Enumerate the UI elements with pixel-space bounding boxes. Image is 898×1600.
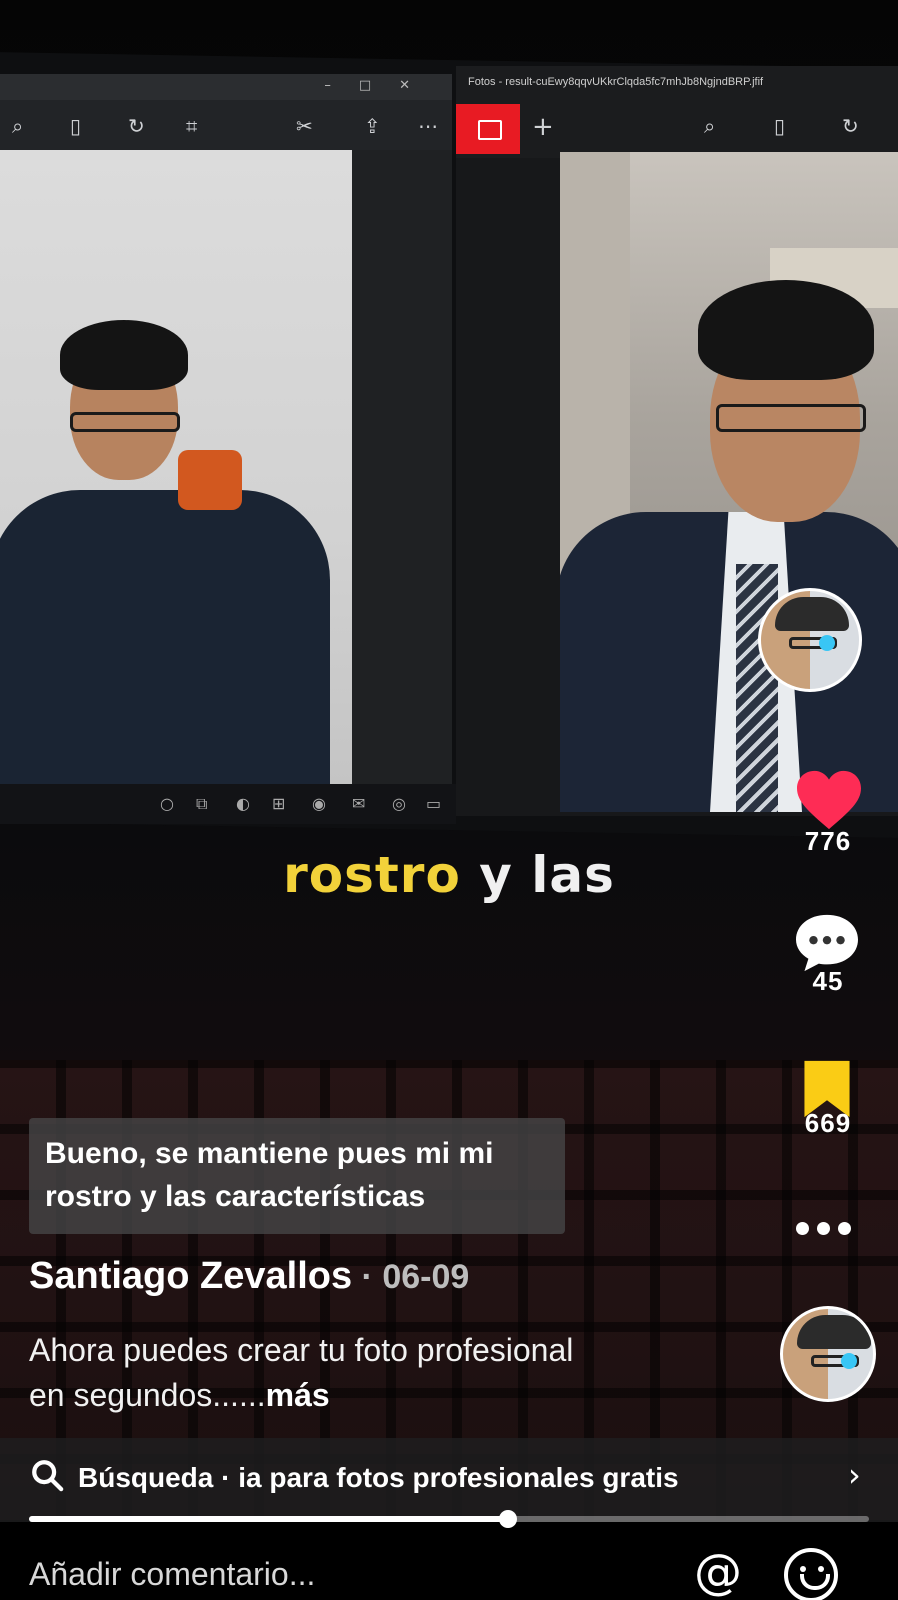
search-taskbar-icon: ○ <box>160 794 174 813</box>
music-disc-avatar[interactable] <box>780 1306 876 1402</box>
person-hair <box>60 320 188 390</box>
creator-avatar[interactable] <box>758 588 862 692</box>
add-icon: + <box>532 112 554 142</box>
person-hair <box>698 280 874 380</box>
at-icon[interactable]: @ <box>694 1544 742 1600</box>
post-date: 06-09 <box>382 1258 470 1296</box>
subtitle-line: Bueno, se mantiene pues mi mi <box>45 1137 494 1170</box>
related-search-bar[interactable]: Búsqueda · ia para fotos profesionales g… <box>0 1438 898 1522</box>
trash-icon: ▯ <box>70 114 82 138</box>
chevron-right-icon: › <box>848 1456 861 1494</box>
emoji-icon[interactable] <box>784 1548 838 1600</box>
mail-icon: ✉ <box>352 794 366 813</box>
edge-icon: ◐ <box>236 794 250 813</box>
window-titlebar: Fotos - result-cuEwy8qqvUKkrClqda5fc7mhJ… <box>456 66 898 100</box>
zoom-icon: ⌕ <box>704 114 716 138</box>
subtitle-box: Bueno, se mantiene pues mi mi rostro y l… <box>29 1118 565 1234</box>
photo-toolbar: ⌕ ▯ ↻ ⌗ ✂ ⇪ ⋯ <box>0 100 452 150</box>
person-tie <box>736 564 778 812</box>
more-options-icon: ⋯ <box>418 114 438 138</box>
subtitle-line: rostro y las características <box>45 1180 426 1213</box>
taskview-icon: ⧉ <box>196 794 208 813</box>
trash-icon: ▯ <box>774 114 786 138</box>
video-caption: rostro y las <box>0 846 898 904</box>
save-count: 669 <box>804 1108 852 1138</box>
caption-highlight-word: rostro <box>283 846 461 904</box>
photo-toolbar: + ⌕ ▯ ↻ <box>456 100 898 158</box>
progress-handle[interactable] <box>498 1510 517 1528</box>
comment-bar: @ <box>0 1528 898 1600</box>
separator: · <box>352 1258 383 1296</box>
description-line: Ahora puedes crear tu foto profesional <box>29 1332 574 1368</box>
more-link[interactable]: más <box>266 1377 330 1413</box>
avatar-hair <box>797 1315 871 1349</box>
description-line: en segundos...... <box>29 1377 266 1413</box>
more-icon[interactable] <box>796 1222 860 1238</box>
window-title: Fotos - result-cuEwy8qqvUKkrClqda5fc7mhJ… <box>468 76 764 88</box>
person-glasses <box>70 412 180 432</box>
comment-count: 45 <box>812 966 844 996</box>
search-label: Búsqueda · ia para fotos profesionales g… <box>78 1462 679 1493</box>
image-icon <box>456 104 520 154</box>
windows-taskbar: ○ ⧉ ◐ ⊞ ◉ ✉ ◎ ▭ <box>0 784 456 824</box>
crop-icon: ⌗ <box>186 114 198 138</box>
avatar-robot-eye <box>841 1353 857 1369</box>
chrome-icon: ◉ <box>312 794 326 813</box>
search-icon <box>32 1460 64 1492</box>
camera-icon: ◎ <box>392 794 406 813</box>
folder-icon: ▭ <box>426 794 442 813</box>
avatar-hair <box>775 597 849 631</box>
post-author-row: Santiago Zevallos · 06-09 <box>29 1255 469 1298</box>
author-name[interactable]: Santiago Zevallos <box>29 1255 352 1297</box>
avatar-robot-eye <box>819 635 835 651</box>
zoom-icon: ⌕ <box>12 114 24 138</box>
share-icon: ⇪ <box>364 114 381 138</box>
chair-back <box>178 450 242 510</box>
person-torso <box>0 490 330 788</box>
like-count: 776 <box>804 826 852 856</box>
post-description[interactable]: Ahora puedes crear tu foto profesional e… <box>29 1328 709 1418</box>
photo-original <box>0 150 352 788</box>
rotate-icon: ↻ <box>128 114 145 138</box>
window-controls-icon: –□✕ <box>324 78 438 93</box>
comment-icon[interactable] <box>792 912 862 974</box>
window-titlebar: –□✕ <box>0 74 452 100</box>
heart-icon[interactable] <box>794 768 864 832</box>
comment-input[interactable] <box>29 1552 629 1596</box>
start-icon: ⊞ <box>272 794 286 813</box>
video-progress-bar[interactable] <box>29 1510 869 1528</box>
photo-generated <box>560 152 898 812</box>
person-glasses <box>716 404 866 432</box>
progress-fill <box>29 1516 508 1522</box>
rotate-icon: ↻ <box>842 114 859 138</box>
caption-word: y las <box>479 846 615 904</box>
edit-icon: ✂ <box>296 114 313 138</box>
